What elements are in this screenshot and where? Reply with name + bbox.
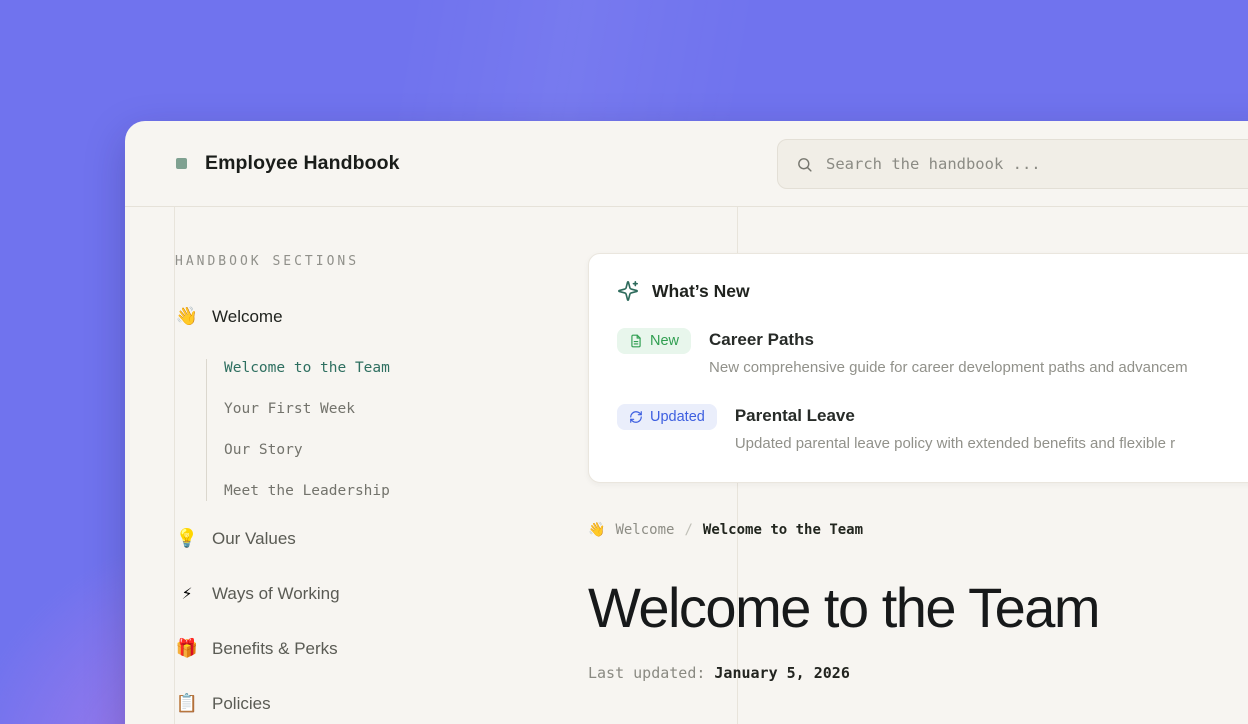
clipboard-icon: 📋 bbox=[175, 692, 199, 716]
app-logo bbox=[176, 158, 187, 169]
last-updated-value: January 5, 2026 bbox=[714, 664, 849, 682]
app-body: HANDBOOK SECTIONS 👋 Welcome Welcome to t… bbox=[125, 207, 1248, 724]
whats-new-title: What’s New bbox=[652, 281, 750, 302]
search-bar[interactable] bbox=[777, 139, 1248, 189]
search-input[interactable] bbox=[826, 155, 1248, 173]
sidebar-subitem-your-first-week[interactable]: Your First Week bbox=[224, 400, 575, 419]
news-item-description: Updated parental leave policy with exten… bbox=[735, 435, 1175, 452]
main-content: What’s New New Career Paths New comprehe… bbox=[588, 253, 1248, 682]
breadcrumb: 👋 Welcome / Welcome to the Team bbox=[588, 521, 1248, 540]
sidebar-item-label: Ways of Working bbox=[212, 582, 340, 606]
sparkles-icon bbox=[617, 280, 639, 302]
sidebar-item-label: Policies bbox=[212, 692, 271, 716]
news-item-text: Parental Leave Updated parental leave po… bbox=[735, 404, 1175, 452]
badge-label: Updated bbox=[650, 409, 705, 425]
news-item-description: New comprehensive guide for career devel… bbox=[709, 359, 1188, 376]
news-item-title: Career Paths bbox=[709, 328, 1188, 352]
last-updated-label: Last updated: bbox=[588, 664, 705, 682]
whats-new-panel: What’s New New Career Paths New comprehe… bbox=[588, 253, 1248, 483]
news-item-career-paths[interactable]: New Career Paths New comprehensive guide… bbox=[617, 328, 1248, 376]
app-title: Employee Handbook bbox=[205, 152, 400, 175]
wave-icon: 👋 bbox=[175, 305, 199, 329]
sidebar-item-benefits-perks[interactable]: 🎁 Benefits & Perks bbox=[175, 637, 575, 661]
sidebar-section-label: HANDBOOK SECTIONS bbox=[175, 254, 575, 269]
sidebar-subitem-our-story[interactable]: Our Story bbox=[224, 441, 575, 460]
breadcrumb-current: Welcome to the Team bbox=[703, 521, 863, 540]
sidebar-subitem-meet-the-leadership[interactable]: Meet the Leadership bbox=[224, 482, 575, 501]
sidebar-sublist-welcome: Welcome to the Team Your First Week Our … bbox=[206, 359, 575, 501]
news-item-parental-leave[interactable]: Updated Parental Leave Updated parental … bbox=[617, 404, 1248, 452]
sidebar-item-policies[interactable]: 📋 Policies bbox=[175, 692, 575, 716]
sidebar-item-label: Benefits & Perks bbox=[212, 637, 338, 661]
search-icon bbox=[796, 156, 813, 173]
lightbulb-icon: 💡 bbox=[175, 527, 199, 551]
sidebar-item-label: Welcome bbox=[212, 305, 283, 329]
breadcrumb-parent[interactable]: Welcome bbox=[615, 521, 674, 540]
refresh-icon bbox=[629, 410, 643, 424]
page-title: Welcome to the Team bbox=[588, 576, 1248, 640]
status-badge-new: New bbox=[617, 328, 691, 354]
gift-icon: 🎁 bbox=[175, 637, 199, 661]
wave-icon: 👋 bbox=[588, 521, 605, 540]
sidebar-subitem-welcome-to-the-team[interactable]: Welcome to the Team bbox=[224, 359, 575, 378]
sidebar-item-welcome[interactable]: 👋 Welcome bbox=[175, 305, 575, 329]
breadcrumb-separator: / bbox=[684, 521, 692, 540]
badge-label: New bbox=[650, 333, 679, 349]
app-header: Employee Handbook bbox=[125, 121, 1248, 207]
news-item-text: Career Paths New comprehensive guide for… bbox=[709, 328, 1188, 376]
whats-new-header: What’s New bbox=[617, 280, 1248, 302]
last-updated: Last updated: January 5, 2026 bbox=[588, 664, 1248, 682]
sidebar: HANDBOOK SECTIONS 👋 Welcome Welcome to t… bbox=[175, 207, 575, 716]
news-item-title: Parental Leave bbox=[735, 404, 1175, 428]
app-window: Employee Handbook HANDBOOK SECTIONS 👋 We… bbox=[125, 121, 1248, 724]
sidebar-item-ways-of-working[interactable]: ⚡ Ways of Working bbox=[175, 582, 575, 606]
status-badge-updated: Updated bbox=[617, 404, 717, 430]
zap-icon: ⚡ bbox=[175, 582, 199, 606]
sidebar-item-label: Our Values bbox=[212, 527, 296, 551]
sidebar-item-our-values[interactable]: 💡 Our Values bbox=[175, 527, 575, 551]
file-text-icon bbox=[629, 334, 643, 348]
